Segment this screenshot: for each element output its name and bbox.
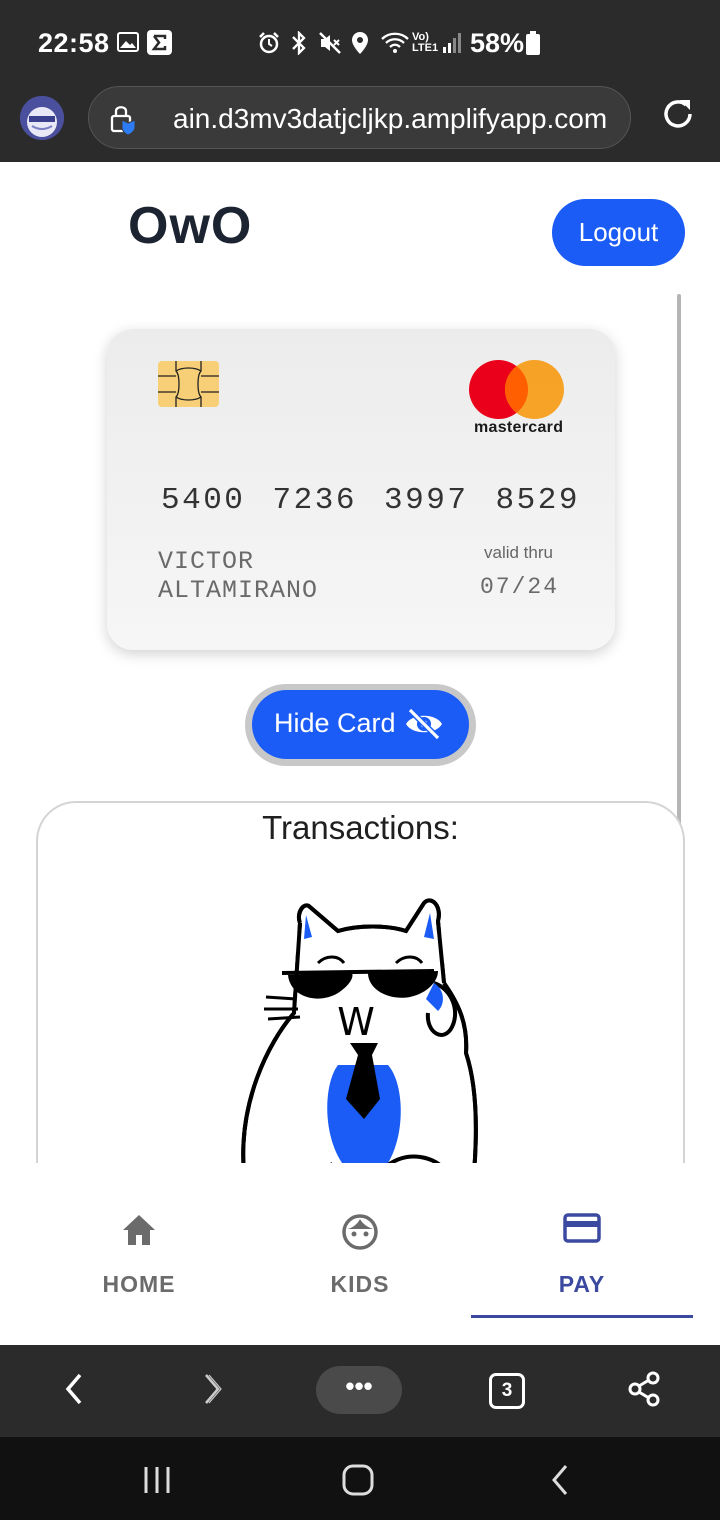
credit-card-icon: [563, 1213, 601, 1243]
location-icon: [352, 32, 368, 54]
mastercard-logo-icon: [469, 360, 565, 420]
transactions-panel: Transactions: W: [36, 801, 685, 1221]
card-chip-icon: [158, 361, 219, 407]
card-holder-last: ALTAMIRANO: [158, 576, 319, 605]
tabs-count-button[interactable]: 3: [489, 1373, 525, 1409]
status-bar: 22:58 Vo) LTE1 58%: [0, 0, 720, 72]
home-icon: [123, 1215, 155, 1245]
alarm-icon: [259, 32, 279, 54]
lock-icon: [110, 106, 136, 136]
profile-avatar[interactable]: [20, 96, 64, 140]
bottom-navigation: HOME KIDS PAY: [0, 1163, 720, 1345]
nav-item-home[interactable]: HOME: [28, 1163, 250, 1323]
home-button-icon[interactable]: [341, 1463, 375, 1497]
browser-address-bar: ain.d3mv3datjcljkp.amplifyapp.com: [0, 72, 720, 162]
nav-label-pay: PAY: [558, 1271, 606, 1297]
more-menu-button[interactable]: •••: [316, 1366, 402, 1414]
app-title: OwO: [128, 197, 253, 255]
url-text: ain.d3mv3datjcljkp.amplifyapp.com: [173, 103, 608, 134]
share-icon[interactable]: [626, 1367, 662, 1411]
battery-icon: [526, 31, 540, 55]
nav-item-pay[interactable]: PAY: [471, 1163, 693, 1323]
status-time: 22:58: [38, 28, 110, 58]
bluetooth-icon: [292, 31, 306, 55]
logout-button[interactable]: Logout: [552, 199, 685, 266]
mute-icon: [319, 32, 341, 54]
system-navigation-bar: [0, 1437, 720, 1520]
browser-toolbar: ••• 3: [0, 1345, 720, 1437]
signal-icon: [443, 33, 461, 53]
card-number: 5400 7236 3997 8529: [161, 483, 580, 518]
url-field[interactable]: ain.d3mv3datjcljkp.amplifyapp.com: [88, 86, 631, 149]
gallery-icon: [117, 32, 139, 52]
valid-thru-date: 07/24: [480, 574, 560, 600]
cat-mouth-letter: W: [337, 1000, 375, 1044]
credit-card: mastercard 5400 7236 3997 8529 VICTOR AL…: [107, 329, 615, 650]
hide-card-label: Hide Card: [274, 708, 396, 738]
card-holder-first: VICTOR: [158, 547, 255, 576]
cool-cat-illustration: W: [241, 898, 478, 1173]
reload-icon[interactable]: [660, 96, 696, 132]
face-icon: [342, 1214, 378, 1250]
hide-card-button[interactable]: Hide Card: [252, 690, 469, 759]
network-label: Vo) LTE1: [412, 31, 439, 54]
valid-thru-label: valid thru: [484, 543, 553, 562]
transactions-title: Transactions:: [262, 809, 459, 846]
avatar-icon: [20, 96, 64, 140]
active-tab-indicator: [471, 1315, 693, 1318]
card-holder: VICTOR ALTAMIRANO: [158, 547, 318, 605]
nav-item-kids[interactable]: KIDS: [249, 1163, 471, 1323]
battery-percent: 58%: [470, 28, 525, 58]
nav-label-kids: KIDS: [330, 1271, 390, 1297]
nav-label-home: HOME: [102, 1271, 176, 1297]
system-back-icon[interactable]: [548, 1463, 572, 1497]
wifi-icon: [381, 32, 409, 53]
card-brand: mastercard: [474, 419, 564, 436]
back-arrow-icon[interactable]: [62, 1367, 86, 1411]
eye-off-icon: [406, 707, 442, 741]
forward-arrow-icon[interactable]: [200, 1367, 224, 1411]
recent-apps-icon[interactable]: [142, 1465, 172, 1495]
sigma-icon: [147, 30, 172, 55]
